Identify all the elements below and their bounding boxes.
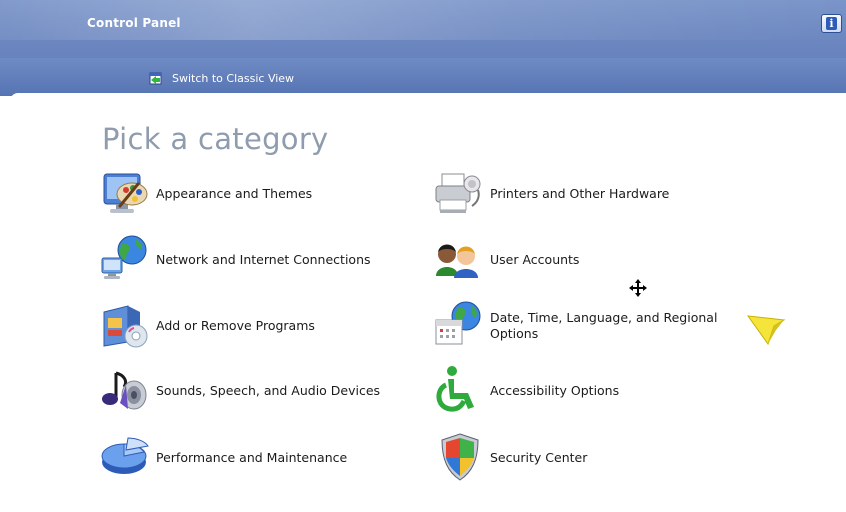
category-sounds-speech-and-audio-devices[interactable]: Sounds, Speech, and Audio Devices [98, 367, 380, 415]
move-cursor-icon [628, 278, 648, 298]
category-label: Accessibility Options [490, 383, 620, 398]
window-title: Control Panel [87, 16, 181, 30]
sounds-speaker-icon [98, 363, 154, 419]
category-user-accounts[interactable]: User Accounts [432, 236, 579, 284]
category-label: Date, Time, Language, and Regional Optio… [490, 310, 718, 341]
page-title: Pick a category [102, 122, 329, 156]
info-button[interactable]: i [821, 14, 842, 33]
category-add-or-remove-programs[interactable]: Add or Remove Programs [98, 302, 315, 350]
switch-view-bar: Switch to Classic View [0, 58, 846, 96]
category-label: Performance and Maintenance [156, 450, 348, 465]
switch-view-icon [149, 72, 162, 85]
category-label: User Accounts [490, 252, 580, 267]
content-panel-edge [10, 93, 846, 101]
switch-to-classic-view-link[interactable]: Switch to Classic View [148, 69, 294, 87]
category-date-time-language-and-regional-options[interactable]: Date, Time, Language, and Regional Optio… [432, 301, 750, 350]
printer-icon [432, 166, 488, 222]
category-performance-and-maintenance[interactable]: Performance and Maintenance [98, 434, 347, 482]
category-label: Printers and Other Hardware [490, 186, 670, 201]
category-appearance-and-themes[interactable]: Appearance and Themes [98, 170, 312, 218]
security-shield-icon [432, 430, 488, 486]
category-network-and-internet-connections[interactable]: Network and Internet Connections [98, 235, 371, 284]
category-printers-and-other-hardware[interactable]: Printers and Other Hardware [432, 170, 669, 218]
category-accessibility-options[interactable]: Accessibility Options [432, 366, 620, 415]
category-label: Security Center [490, 450, 588, 465]
info-icon: i [826, 17, 837, 30]
category-label: Add or Remove Programs [156, 318, 315, 333]
network-globe-icon [98, 232, 154, 288]
performance-pie-icon [98, 430, 154, 486]
category-label: Network and Internet Connections [156, 252, 371, 267]
category-security-center[interactable]: Security Center [432, 433, 588, 482]
add-remove-programs-icon [98, 298, 154, 354]
pointer-arrow-icon [746, 308, 788, 350]
user-accounts-icon [432, 232, 488, 288]
category-label: Appearance and Themes [156, 186, 313, 201]
appearance-themes-icon [98, 166, 154, 222]
switch-view-label: Switch to Classic View [172, 71, 295, 85]
category-label: Sounds, Speech, and Audio Devices [156, 383, 381, 398]
date-time-globe-icon [432, 298, 488, 354]
accessibility-icon [432, 363, 488, 419]
